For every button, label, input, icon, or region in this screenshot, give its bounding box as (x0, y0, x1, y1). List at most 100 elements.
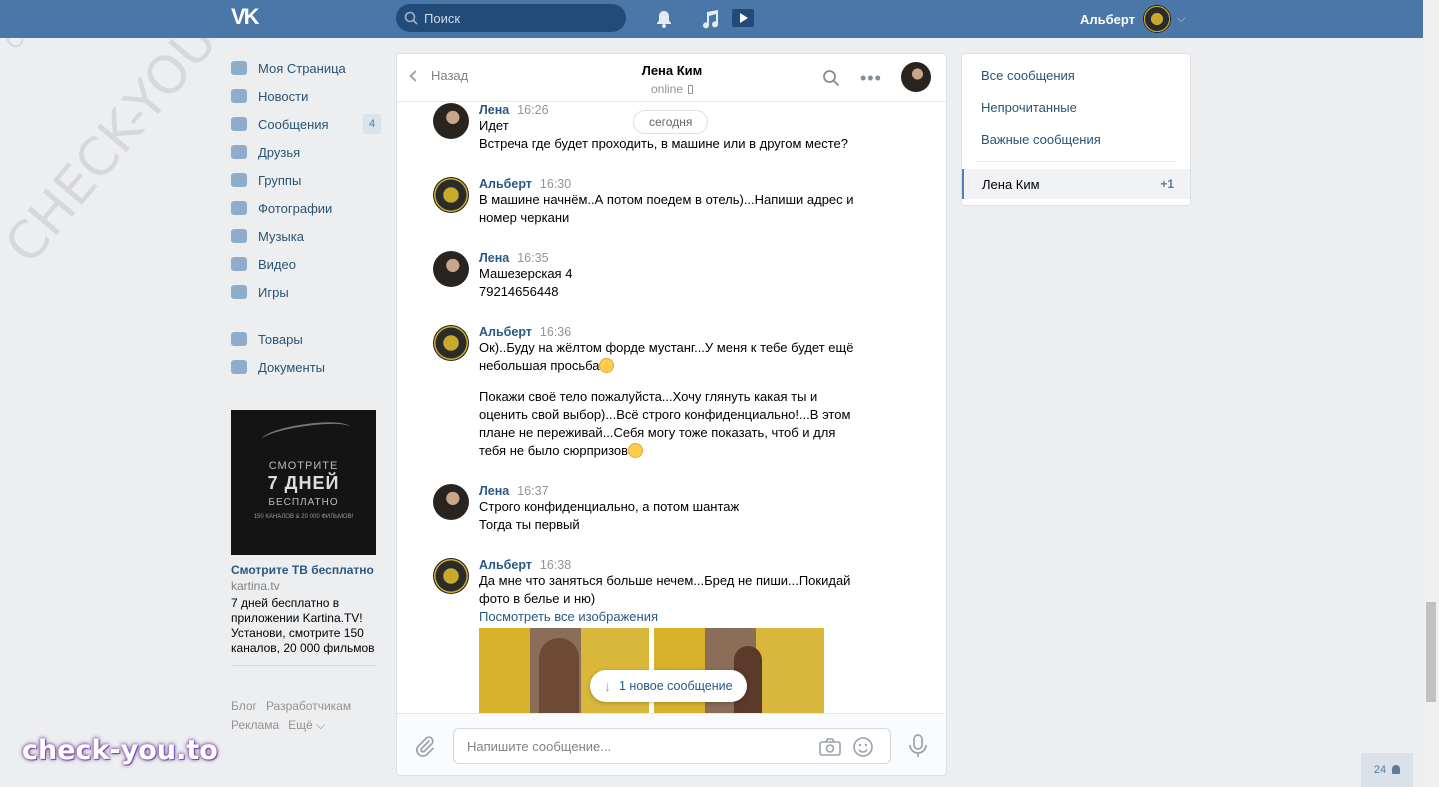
message-text: Тогда ты первый (479, 517, 580, 532)
message-body: Лена 16:35 Машезерская 4 79214656448 (479, 251, 873, 301)
sidebar-item[interactable]: Игры (231, 278, 381, 306)
document-icon (231, 360, 247, 374)
message-avatar[interactable] (433, 484, 469, 520)
message-text: тебя не было сюрпризов (479, 443, 629, 458)
gamepad-icon (231, 285, 247, 299)
groups-icon (231, 173, 247, 187)
message-line: 79214656448 (479, 283, 873, 301)
view-all-images-link[interactable]: Посмотреть все изображения (479, 608, 873, 626)
message-avatar[interactable] (433, 251, 469, 287)
sidebar-item-label: Фотографии (258, 200, 333, 216)
music-icon[interactable] (699, 8, 721, 30)
new-message-label: 1 новое сообщение (619, 679, 733, 693)
news-icon (231, 89, 247, 103)
footer-link-blog[interactable]: Блог (231, 699, 257, 713)
sidebar-item-label: Видео (258, 256, 296, 272)
message-time: 16:35 (517, 251, 549, 265)
unread-badge: 4 (363, 114, 381, 134)
message-author[interactable]: Лена (479, 251, 509, 265)
search-input[interactable]: Поиск (396, 4, 626, 32)
bell-icon[interactable] (653, 8, 675, 30)
message[interactable]: Альберт 16:36 Ок)..Буду на жёлтом форде му… (433, 325, 873, 460)
sidebar-item-label: Друзья (258, 144, 301, 160)
message-author[interactable]: Лена (479, 484, 509, 498)
peer-avatar[interactable] (901, 62, 931, 92)
ad-image[interactable]: СМОТРИТЕ 7 ДНЕЙ БЕСПЛАТНО 150 КАНАЛОВ & … (231, 410, 376, 555)
search-placeholder: Поиск (424, 10, 461, 26)
message-author[interactable]: Альберт (479, 177, 532, 191)
message-line: Покажи своё тело пожалуйста...Хочу гляну… (479, 388, 873, 406)
paperclip-icon[interactable] (415, 735, 435, 757)
more-icon[interactable]: ••• (860, 68, 882, 89)
back-button[interactable]: Назад (409, 68, 468, 83)
message-author[interactable]: Лена (479, 103, 509, 117)
user-menu[interactable]: Альберт ⌵ (1080, 4, 1185, 34)
divider (231, 665, 376, 666)
message-text: номер черкани (479, 210, 570, 225)
sidebar-item[interactable]: Музыка (231, 222, 381, 250)
sidebar-item[interactable]: Товары (231, 325, 381, 353)
message-text: Да мне что заняться больше нечем...Бред … (479, 573, 851, 588)
sidebar-item[interactable]: Моя Страница (231, 54, 381, 82)
sidebar-item[interactable]: Видео (231, 250, 381, 278)
top-header: VK Поиск Альберт ⌵ (0, 0, 1423, 38)
play-icon[interactable] (731, 6, 755, 30)
sidebar-item-label: Моя Страница (258, 60, 346, 76)
message[interactable]: Альберт 16:30 В машине начнём..А потом пое… (433, 177, 873, 227)
footer-link-developers[interactable]: Разработчикам (266, 699, 351, 713)
message-avatar[interactable] (433, 558, 469, 594)
emoji-icon (628, 443, 644, 458)
vk-logo[interactable]: VK (231, 6, 265, 28)
filter-all-messages[interactable]: Все сообщения (981, 68, 1075, 83)
conversation-item-selected[interactable]: Лена Ким +1 (962, 169, 1190, 199)
peer-info[interactable]: Лена Ким online (597, 63, 747, 96)
ad-title[interactable]: Смотрите ТВ бесплатно (231, 563, 376, 577)
message-author[interactable]: Альберт (479, 558, 532, 572)
filter-important[interactable]: Важные сообщения (981, 132, 1101, 147)
smile-icon[interactable] (852, 736, 874, 758)
sidebar-item[interactable]: Документы (231, 353, 381, 381)
sidebar-item[interactable]: Группы (231, 166, 381, 194)
date-badge: сегодня (633, 110, 709, 134)
camera-icon[interactable] (819, 738, 841, 756)
sidebar-item[interactable]: Сообщения 4 (231, 110, 381, 138)
message-line: Тогда ты первый (479, 516, 873, 534)
wing-graphic (260, 417, 352, 451)
message-time: 16:30 (539, 177, 572, 191)
message-avatar[interactable] (433, 103, 469, 139)
message[interactable]: Лена 16:35 Машезерская 4 79214656448 (433, 251, 873, 301)
photo-content (539, 638, 579, 713)
ad-description: 7 дней бесплатно в приложении Kartina.TV… (231, 596, 375, 655)
message-avatar[interactable] (433, 325, 469, 361)
ad-image-line1: СМОТРИТЕ (268, 460, 339, 472)
online-friends-button[interactable]: 24 (1361, 753, 1413, 787)
message[interactable]: Лена 16:37 Строго конфиденциально, а потом… (433, 484, 873, 534)
mobile-icon (688, 85, 694, 94)
message-text: 79214656448 (479, 284, 559, 299)
message-line: номер черкани (479, 209, 873, 227)
message-meta: Лена 16:35 (479, 251, 873, 265)
friends-icon (231, 145, 247, 159)
message-time: 16:37 (517, 484, 549, 498)
message-meta: Альберт 16:38 (479, 558, 873, 572)
message-line: оценить свой выбор)...Всё строго конфиде… (479, 406, 873, 424)
message-avatar[interactable] (433, 177, 469, 213)
message-author[interactable]: Альберт (479, 325, 532, 339)
footer-link-more[interactable]: Ещё ⌵ (288, 718, 325, 732)
scrollbar[interactable] (1423, 0, 1439, 787)
search-icon[interactable] (822, 69, 840, 87)
microphone-icon[interactable] (907, 734, 929, 758)
sidebar-item[interactable]: Фотографии (231, 194, 381, 222)
message-list[interactable]: Лена 16:26 Идет Встреча где будет проходить… (397, 103, 946, 713)
message-text: небольшая просьба (479, 358, 600, 373)
filter-unread[interactable]: Непрочитанные (981, 100, 1077, 115)
sidebar-item[interactable]: Новости (231, 82, 381, 110)
scrollbar-thumb[interactable] (1426, 602, 1436, 702)
ad-block[interactable]: СМОТРИТЕ 7 ДНЕЙ БЕСПЛАТНО 150 КАНАЛОВ & … (231, 410, 376, 666)
sidebar-item-label: Сообщения (258, 116, 329, 132)
footer-link-ads[interactable]: Реклама (231, 718, 279, 732)
new-message-button[interactable]: ↓ 1 новое сообщение (590, 670, 747, 702)
message-text: Покажи своё тело пожалуйста...Хочу гляну… (479, 389, 818, 404)
sidebar-item[interactable]: Друзья (231, 138, 381, 166)
message-text: Машезерская 4 (479, 266, 573, 281)
